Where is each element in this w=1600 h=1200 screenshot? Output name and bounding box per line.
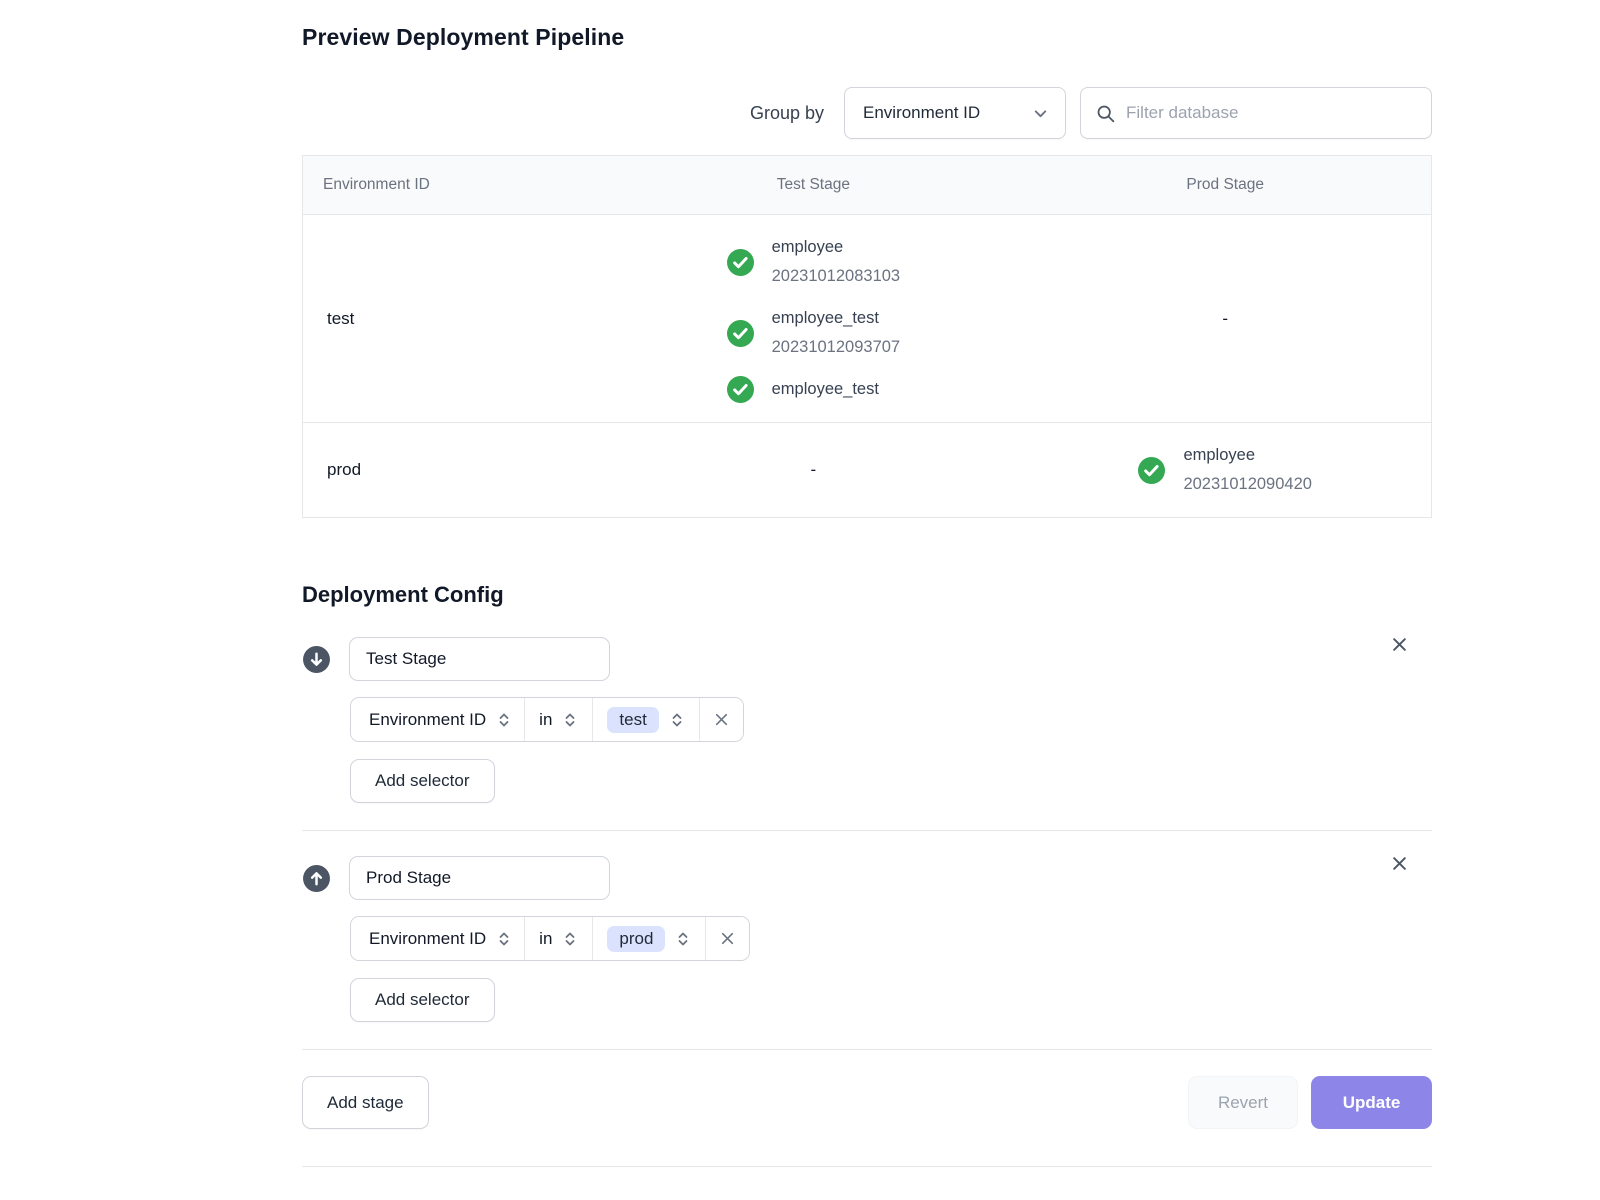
- table-row-test: test employee 20231012083103: [303, 215, 1432, 423]
- stage-name-input[interactable]: [349, 637, 610, 681]
- config-footer: Add stage Revert Update: [302, 1076, 1432, 1129]
- remove-selector-button[interactable]: [706, 917, 749, 960]
- prod-stage-cell: employee 20231012090420: [1019, 423, 1431, 518]
- test-stage-cell: employee 20231012083103 employee_test 20…: [607, 215, 1019, 423]
- add-selector-button[interactable]: Add selector: [350, 759, 495, 803]
- stage-config-test: Environment ID in test: [302, 637, 1432, 803]
- chevron-up-down-icon: [496, 712, 512, 728]
- database-name: employee_test: [772, 375, 879, 404]
- environment-id-cell: prod: [303, 423, 608, 518]
- chevron-up-down-icon: [562, 931, 578, 947]
- empty-stage-placeholder: -: [607, 460, 1019, 480]
- selector-value-tag: test: [607, 707, 658, 733]
- stage-divider: [302, 830, 1432, 831]
- database-entry: employee 20231012083103: [727, 233, 900, 291]
- add-stage-button[interactable]: Add stage: [302, 1076, 429, 1129]
- check-circle-icon: [727, 249, 754, 276]
- check-circle-icon: [1138, 457, 1165, 484]
- test-stage-cell: -: [607, 423, 1019, 518]
- empty-stage-placeholder: -: [1019, 309, 1431, 329]
- table-header-row: Environment ID Test Stage Prod Stage: [303, 156, 1432, 215]
- selector-value-tag: prod: [607, 926, 665, 952]
- database-entry: employee 20231012090420: [1138, 441, 1311, 499]
- chevron-down-icon: [1032, 105, 1049, 122]
- arrow-up-circle-icon: [302, 864, 331, 893]
- selector-operator-select[interactable]: in: [525, 917, 593, 960]
- column-header-environment: Environment ID: [303, 156, 608, 215]
- pipeline-toolbar: Group by Environment ID: [302, 87, 1432, 139]
- stage-name-input[interactable]: [349, 856, 610, 900]
- deployment-config-title: Deployment Config: [302, 582, 1432, 608]
- revert-button[interactable]: Revert: [1188, 1076, 1298, 1129]
- footer-divider: [302, 1049, 1432, 1050]
- group-by-selected-value: Environment ID: [863, 103, 980, 123]
- arrow-down-circle-icon: [302, 645, 331, 674]
- database-name: employee: [772, 233, 900, 262]
- stage-config-prod: Environment ID in prod: [302, 856, 1432, 1022]
- main-content: Preview Deployment Pipeline Group by Env…: [302, 0, 1432, 1167]
- close-icon: [1390, 635, 1409, 654]
- close-icon: [719, 930, 736, 947]
- group-by-label: Group by: [750, 103, 824, 124]
- selector-key-value: Environment ID: [369, 710, 486, 730]
- column-header-test-stage: Test Stage: [607, 156, 1019, 215]
- filter-database-box: [1080, 87, 1432, 139]
- remove-stage-button[interactable]: [1384, 848, 1414, 878]
- check-circle-icon: [727, 376, 754, 403]
- chevron-up-down-icon: [675, 931, 691, 947]
- label-selector: Environment ID in test: [350, 697, 744, 742]
- chevron-up-down-icon: [562, 712, 578, 728]
- filter-database-input[interactable]: [1126, 103, 1417, 123]
- database-name: employee_test: [772, 304, 900, 333]
- group-by-select[interactable]: Environment ID: [844, 87, 1066, 139]
- database-version: 20231012090420: [1183, 470, 1311, 499]
- selector-key-select[interactable]: Environment ID: [351, 698, 525, 741]
- check-circle-icon: [727, 320, 754, 347]
- prod-stage-cell: -: [1019, 215, 1431, 423]
- page-title: Preview Deployment Pipeline: [302, 0, 1432, 51]
- column-header-prod-stage: Prod Stage: [1019, 156, 1431, 215]
- chevron-up-down-icon: [496, 931, 512, 947]
- add-selector-button[interactable]: Add selector: [350, 978, 495, 1022]
- remove-selector-button[interactable]: [700, 698, 743, 741]
- database-entry: employee_test 20231012093707: [727, 304, 900, 362]
- close-icon: [713, 711, 730, 728]
- selector-value-select[interactable]: prod: [593, 917, 706, 960]
- selector-operator-value: in: [539, 929, 552, 949]
- database-entry: employee_test: [727, 375, 900, 404]
- database-version: 20231012093707: [772, 333, 900, 362]
- selector-operator-select[interactable]: in: [525, 698, 593, 741]
- chevron-up-down-icon: [669, 712, 685, 728]
- table-row-prod: prod - employee 20231012090420: [303, 423, 1432, 518]
- database-version: 20231012083103: [772, 262, 900, 291]
- search-icon: [1095, 103, 1116, 124]
- database-name: employee: [1183, 441, 1311, 470]
- environment-id-cell: test: [303, 215, 608, 423]
- selector-key-select[interactable]: Environment ID: [351, 917, 525, 960]
- selector-value-select[interactable]: test: [593, 698, 699, 741]
- label-selector: Environment ID in prod: [350, 916, 750, 961]
- selector-operator-value: in: [539, 710, 552, 730]
- close-icon: [1390, 854, 1409, 873]
- pipeline-preview-table: Environment ID Test Stage Prod Stage tes…: [302, 155, 1432, 518]
- update-button[interactable]: Update: [1311, 1076, 1432, 1129]
- selector-key-value: Environment ID: [369, 929, 486, 949]
- remove-stage-button[interactable]: [1384, 629, 1414, 659]
- bottom-divider: [302, 1166, 1432, 1167]
